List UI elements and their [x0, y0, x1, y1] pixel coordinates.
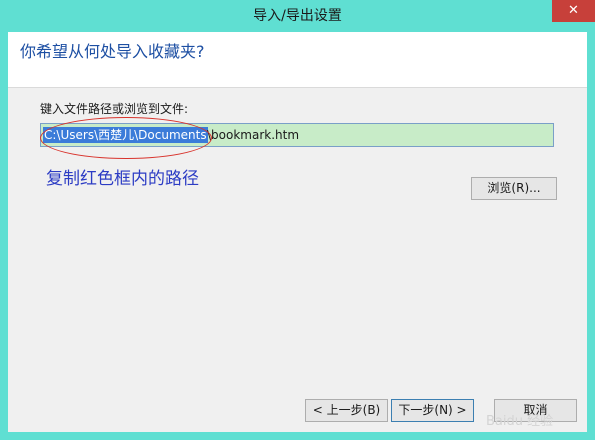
annotation-note: 复制红色框内的路径 [46, 169, 199, 189]
title-bar[interactable]: 导入/导出设置 ✕ [0, 0, 595, 32]
page-question: 你希望从何处导入收藏夹? [20, 42, 205, 61]
close-icon: ✕ [568, 3, 579, 18]
next-button[interactable]: 下一步(N) > [391, 399, 474, 422]
red-highlight-oval [40, 117, 212, 159]
back-button[interactable]: < 上一步(B) [305, 399, 388, 422]
close-button[interactable]: ✕ [552, 0, 595, 22]
header-band: 你希望从何处导入收藏夹? [8, 32, 587, 88]
path-field-label: 键入文件路径或浏览到文件: [40, 102, 189, 116]
browse-button[interactable]: 浏览(R)... [471, 177, 557, 200]
dialog-content: 你希望从何处导入收藏夹? 键入文件路径或浏览到文件: C:\Users\西楚儿\… [8, 32, 587, 432]
watermark: Baidu 经验 [486, 414, 554, 429]
window-title: 导入/导出设置 [253, 8, 342, 24]
path-filename-text: \bookmark.htm [207, 128, 300, 142]
